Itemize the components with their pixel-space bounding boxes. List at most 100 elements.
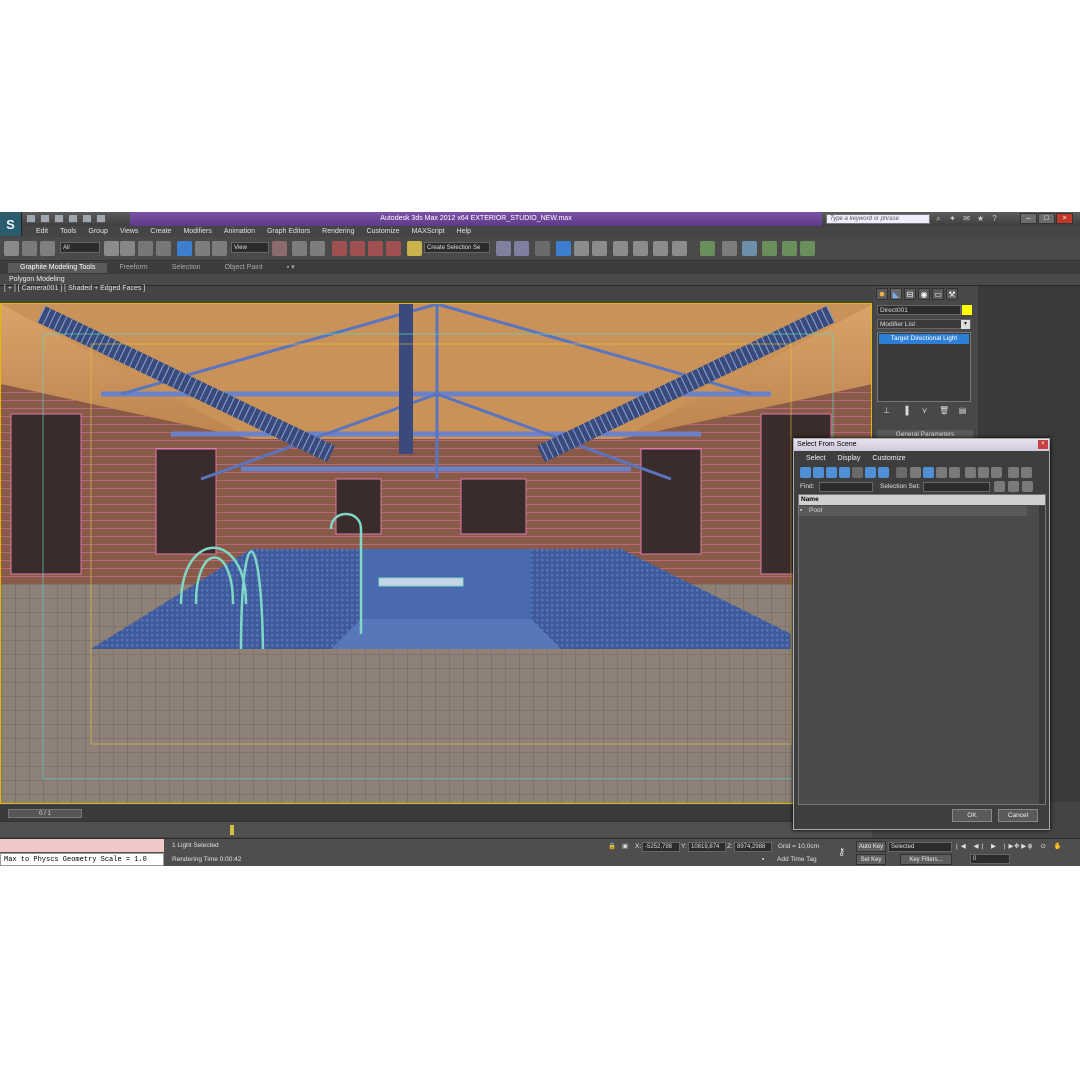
key-mode-dropdown[interactable]: Selected <box>888 842 952 852</box>
menu-customize[interactable]: Customize <box>360 226 405 237</box>
percent-snap-icon[interactable] <box>368 241 383 256</box>
menu-tools[interactable]: Tools <box>54 226 82 237</box>
x-coordinate-field[interactable]: -5252,798 <box>642 842 680 852</box>
dialog-menu-customize[interactable]: Customize <box>866 453 911 464</box>
subscription-icon[interactable]: ✦ <box>948 214 957 223</box>
select-none-icon[interactable] <box>978 467 989 478</box>
display-bones-icon[interactable] <box>910 467 921 478</box>
menu-modifiers[interactable]: Modifiers <box>177 226 217 237</box>
column-header-name[interactable]: Name <box>799 495 1045 505</box>
rendered-frame-window-icon[interactable] <box>653 241 668 256</box>
select-object-icon[interactable] <box>104 241 119 256</box>
select-by-name-icon[interactable] <box>120 241 135 256</box>
display-lights-icon[interactable] <box>826 467 837 478</box>
set-key-button[interactable]: Set Key <box>856 854 886 865</box>
select-and-move-icon[interactable] <box>177 241 192 256</box>
select-invert-icon[interactable] <box>991 467 1002 478</box>
menu-views[interactable]: Views <box>114 226 145 237</box>
maxscript-listener-output[interactable]: Max to Physcs Geometry Scale = 1.0 <box>0 853 164 866</box>
window-crossing-icon[interactable] <box>156 241 171 256</box>
unlink-icon[interactable] <box>22 241 37 256</box>
render-production-icon[interactable] <box>672 241 687 256</box>
list-scrollbar[interactable] <box>1039 506 1045 804</box>
graphite-toggle-icon[interactable] <box>556 241 571 256</box>
object-color-swatch[interactable] <box>962 305 972 315</box>
track-key-marker[interactable] <box>230 825 234 835</box>
time-slider[interactable]: 0 / 1 <box>8 809 82 818</box>
tab-selection[interactable]: Selection <box>160 263 213 273</box>
chevron-down-icon[interactable]: ▾ <box>961 320 970 329</box>
absolute-mode-icon[interactable]: ▣ <box>622 842 628 850</box>
bind-space-warp-icon[interactable] <box>40 241 55 256</box>
dialog-menu-display[interactable]: Display <box>831 453 866 464</box>
modifier-list-dropdown[interactable]: Modifier List ▾ <box>877 319 971 329</box>
help-icon[interactable]: ? <box>990 214 999 223</box>
pivot-center-icon[interactable] <box>272 241 287 256</box>
display-groups-icon[interactable] <box>878 467 889 478</box>
redo-icon[interactable] <box>82 214 92 223</box>
key-filters-button[interactable]: Key Filters... <box>900 854 952 865</box>
modify-tab-icon[interactable]: ◣ <box>890 288 902 300</box>
display-helpers-icon[interactable] <box>852 467 863 478</box>
create-selection-set-icon[interactable] <box>994 481 1005 492</box>
add-time-tag[interactable]: Add Time Tag <box>777 856 817 863</box>
search-icon[interactable]: ⌕ <box>934 214 943 223</box>
layer-manager-icon[interactable] <box>535 241 550 256</box>
keyboard-shortcut-override-icon[interactable] <box>310 241 325 256</box>
angle-snap-icon[interactable] <box>350 241 365 256</box>
filter-icon[interactable] <box>1008 467 1019 478</box>
track-bar[interactable] <box>0 821 872 837</box>
cancel-button[interactable]: Cancel <box>998 809 1038 822</box>
close-button[interactable]: × <box>1056 213 1073 224</box>
named-selection-dropdown[interactable]: Create Selection Se <box>424 242 490 253</box>
selection-set-dropdown[interactable] <box>923 482 990 492</box>
scene-object-list[interactable]: Name ▪ Pool <box>798 494 1046 805</box>
ribbon-panel-label[interactable]: Polygon Modeling <box>0 274 1080 285</box>
z-coordinate-field[interactable]: 8974,2988 <box>734 842 772 852</box>
menu-help[interactable]: Help <box>451 226 477 237</box>
curve-editor-icon[interactable] <box>574 241 589 256</box>
save-file-icon[interactable] <box>54 214 64 223</box>
y-coordinate-field[interactable]: 10819,874 <box>688 842 726 852</box>
make-unique-icon[interactable]: ⋎ <box>920 406 929 415</box>
auto-key-button[interactable]: Auto Key <box>856 841 886 852</box>
find-input[interactable] <box>819 482 873 492</box>
search-input[interactable]: Type a keyword or phrase <box>826 214 930 224</box>
extra-tool-6-icon[interactable] <box>800 241 815 256</box>
stack-item-target-directional-light[interactable]: Target Directional Light <box>879 334 969 344</box>
minimize-button[interactable]: – <box>1020 213 1037 224</box>
mirror-icon[interactable] <box>496 241 511 256</box>
maximize-button[interactable]: □ <box>1038 213 1055 224</box>
menu-rendering[interactable]: Rendering <box>316 226 360 237</box>
favorites-icon[interactable]: ★ <box>976 214 985 223</box>
object-name-field[interactable]: Direct001 <box>877 305 961 315</box>
menu-maxscript[interactable]: MAXScript <box>406 226 451 237</box>
display-xrefs-icon[interactable] <box>896 467 907 478</box>
display-tab-icon[interactable]: ▭ <box>932 288 944 300</box>
reference-coordinate-dropdown[interactable]: View <box>231 242 269 253</box>
time-tag-icon[interactable]: ▪ <box>762 856 764 863</box>
display-shapes-icon[interactable] <box>813 467 824 478</box>
selection-filter-dropdown[interactable]: All <box>60 242 100 253</box>
extra-tool-4-icon[interactable] <box>762 241 777 256</box>
extra-tool-5-icon[interactable] <box>782 241 797 256</box>
show-end-result-icon[interactable]: ▐ <box>901 406 910 415</box>
modifier-stack[interactable]: Target Directional Light <box>877 332 971 402</box>
extra-tool-3-icon[interactable] <box>742 241 757 256</box>
viewport-label[interactable]: [ + ] [ Camera001 ] [ Shaded + Edged Fac… <box>4 285 145 292</box>
spinner-snap-icon[interactable] <box>386 241 401 256</box>
open-file-icon[interactable] <box>40 214 50 223</box>
schematic-view-icon[interactable] <box>592 241 607 256</box>
menu-group[interactable]: Group <box>82 226 113 237</box>
tab-freeform[interactable]: Freeform <box>107 263 159 273</box>
rectangular-selection-icon[interactable] <box>138 241 153 256</box>
material-editor-icon[interactable] <box>613 241 628 256</box>
snaps-toggle-icon[interactable] <box>332 241 347 256</box>
create-tab-icon[interactable]: ✸ <box>876 288 888 300</box>
link-icon[interactable] <box>4 241 19 256</box>
display-geometry-icon[interactable] <box>800 467 811 478</box>
extra-tool-1-icon[interactable] <box>700 241 715 256</box>
sync-selection-icon[interactable] <box>1021 467 1032 478</box>
lock-selection-icon[interactable]: 🔒 <box>608 842 616 850</box>
project-folder-icon[interactable] <box>96 214 106 223</box>
